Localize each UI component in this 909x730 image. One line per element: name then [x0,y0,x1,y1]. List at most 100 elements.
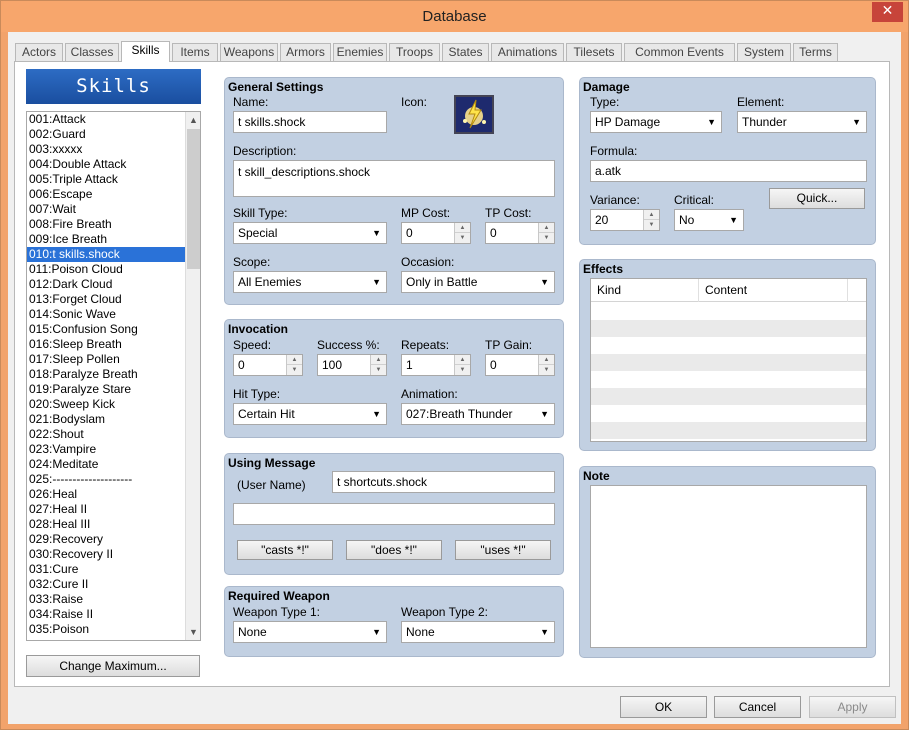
list-item[interactable]: 028:Heal III [27,517,185,532]
spin-down-icon[interactable]: ▼ [644,220,659,230]
change-maximum-button[interactable]: Change Maximum... [26,655,200,677]
table-row[interactable] [591,354,866,371]
list-item[interactable]: 034:Raise II [27,607,185,622]
scroll-thumb[interactable] [187,129,200,269]
title-bar[interactable]: Database ✕ [1,1,908,32]
list-item[interactable]: 030:Recovery II [27,547,185,562]
ok-button[interactable]: OK [620,696,707,718]
mp-cost-stepper[interactable]: 0 ▲ ▼ [401,222,471,244]
table-row[interactable] [591,303,866,320]
spin-down-icon[interactable]: ▼ [539,233,554,243]
list-item[interactable]: 026:Heal [27,487,185,502]
kind-column-header[interactable]: Kind [591,279,699,302]
list-item[interactable]: 032:Cure II [27,577,185,592]
quick-button[interactable]: Quick... [769,188,865,209]
message-line1-field[interactable]: t shortcuts.shock [332,471,555,493]
tab-tilesets[interactable]: Tilesets [566,43,622,61]
formula-field[interactable]: a.atk [590,160,867,182]
tab-skills[interactable]: Skills [121,41,170,62]
weapon-type1-select[interactable]: None ▼ [233,621,387,643]
list-item[interactable]: 006:Escape [27,187,185,202]
tab-armors[interactable]: Armors [280,43,331,61]
list-item[interactable]: 031:Cure [27,562,185,577]
list-item[interactable]: 003:xxxxx [27,142,185,157]
spin-down-icon[interactable]: ▼ [287,365,302,375]
scroll-up-icon[interactable]: ▲ [186,112,200,128]
list-item[interactable]: 009:Ice Breath [27,232,185,247]
list-item[interactable]: 002:Guard [27,127,185,142]
list-item[interactable]: 033:Raise [27,592,185,607]
occasion-select[interactable]: Only in Battle ▼ [401,271,555,293]
spin-up-icon[interactable]: ▲ [539,355,554,365]
name-field[interactable]: t skills.shock [233,111,387,133]
list-item[interactable]: 010:t skills.shock [27,247,185,262]
list-item[interactable]: 016:Sleep Breath [27,337,185,352]
spin-up-icon[interactable]: ▲ [539,223,554,233]
close-button[interactable]: ✕ [872,2,903,22]
table-row[interactable] [591,320,866,337]
tab-items[interactable]: Items [172,43,218,61]
table-row[interactable] [591,422,866,439]
scope-select[interactable]: All Enemies ▼ [233,271,387,293]
list-item[interactable]: 011:Poison Cloud [27,262,185,277]
list-item[interactable]: 004:Double Attack [27,157,185,172]
element-select[interactable]: Thunder ▼ [737,111,867,133]
skill-listbox[interactable]: 001:Attack 002:Guard 003:xxxxx 004:Double A… [26,111,201,641]
list-item[interactable]: 025:-------------------- [27,472,185,487]
spin-up-icon[interactable]: ▲ [287,355,302,365]
list-item[interactable]: 001:Attack [27,112,185,127]
table-row[interactable] [591,371,866,388]
tab-common-events[interactable]: Common Events [624,43,735,61]
tab-system[interactable]: System [737,43,791,61]
list-item[interactable]: 013:Forget Cloud [27,292,185,307]
list-item[interactable]: 027:Heal II [27,502,185,517]
list-item[interactable]: 015:Confusion Song [27,322,185,337]
tab-troops[interactable]: Troops [389,43,440,61]
apply-button[interactable]: Apply [809,696,896,718]
spin-up-icon[interactable]: ▲ [455,223,470,233]
spin-down-icon[interactable]: ▼ [455,365,470,375]
list-item[interactable]: 035:Poison [27,622,185,637]
critical-select[interactable]: No ▼ [674,209,744,231]
casts-button[interactable]: "casts *!" [237,540,333,560]
hit-type-select[interactable]: Certain Hit ▼ [233,403,387,425]
spin-down-icon[interactable]: ▼ [455,233,470,243]
list-item[interactable]: 012:Dark Cloud [27,277,185,292]
tab-terms[interactable]: Terms [793,43,838,61]
list-item[interactable]: 018:Paralyze Breath [27,367,185,382]
table-row[interactable] [591,337,866,354]
effects-table[interactable]: Kind Content [590,278,867,442]
list-item[interactable]: 022:Shout [27,427,185,442]
list-item[interactable]: 024:Meditate [27,457,185,472]
tab-enemies[interactable]: Enemies [333,43,387,61]
animation-select[interactable]: 027:Breath Thunder ▼ [401,403,555,425]
cancel-button[interactable]: Cancel [714,696,801,718]
tab-animations[interactable]: Animations [491,43,564,61]
content-column-header[interactable]: Content [699,279,848,302]
spin-down-icon[interactable]: ▼ [371,365,386,375]
skill-type-select[interactable]: Special ▼ [233,222,387,244]
list-scrollbar[interactable]: ▲ ▼ [185,112,200,640]
description-field[interactable]: t skill_descriptions.shock [233,160,555,197]
tab-weapons[interactable]: Weapons [220,43,278,61]
variance-stepper[interactable]: 20 ▲ ▼ [590,209,660,231]
spin-up-icon[interactable]: ▲ [371,355,386,365]
list-item[interactable]: 020:Sweep Kick [27,397,185,412]
list-item[interactable]: 021:Bodyslam [27,412,185,427]
tab-classes[interactable]: Classes [65,43,119,61]
note-field[interactable] [590,485,867,648]
list-item[interactable]: 023:Vampire [27,442,185,457]
speed-stepper[interactable]: 0 ▲ ▼ [233,354,303,376]
list-item[interactable]: 019:Paralyze Stare [27,382,185,397]
damage-type-select[interactable]: HP Damage ▼ [590,111,722,133]
spin-up-icon[interactable]: ▲ [455,355,470,365]
table-row[interactable] [591,388,866,405]
weapon-type2-select[interactable]: None ▼ [401,621,555,643]
message-line2-field[interactable] [233,503,555,525]
tp-cost-stepper[interactable]: 0 ▲ ▼ [485,222,555,244]
list-item[interactable]: 008:Fire Breath [27,217,185,232]
success-stepper[interactable]: 100 ▲ ▼ [317,354,387,376]
list-item[interactable]: 017:Sleep Pollen [27,352,185,367]
spin-up-icon[interactable]: ▲ [644,210,659,220]
uses-button[interactable]: "uses *!" [455,540,551,560]
